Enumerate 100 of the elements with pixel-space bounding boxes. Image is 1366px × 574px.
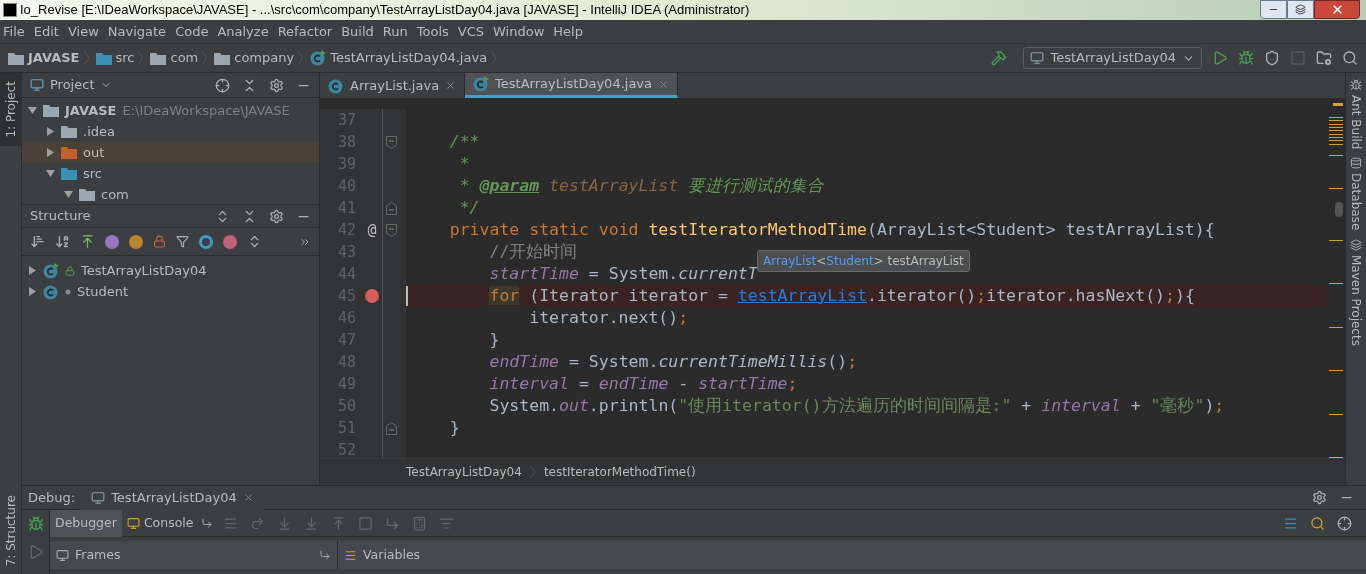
settings-icon[interactable]: [269, 77, 284, 93]
breadcrumb[interactable]: src: [95, 48, 145, 68]
tree-item[interactable]: src: [22, 163, 319, 184]
sort-alphabetically-icon[interactable]: [55, 234, 70, 249]
run-icon[interactable]: [1212, 50, 1228, 66]
tree-item-label: src: [83, 164, 102, 183]
sort-icon[interactable]: [30, 234, 45, 249]
menu-item[interactable]: Analyze: [214, 21, 272, 42]
tree-item-label: com: [101, 185, 129, 204]
structure-item[interactable]: Student: [22, 281, 319, 302]
tree-item[interactable]: JAVASE E:\IDeaWorkspace\JAVASE: [22, 100, 319, 121]
package-folder-icon: [150, 51, 167, 65]
lock-icon[interactable]: [153, 235, 166, 248]
fold-marker-icon[interactable]: [386, 223, 397, 237]
debug-icon[interactable]: [27, 516, 44, 532]
code-line: }: [448, 416, 460, 439]
layout-icon[interactable]: [1283, 515, 1298, 531]
breadcrumb[interactable]: TestArrayListDay04.java: [310, 48, 498, 68]
menu-item[interactable]: Window: [490, 21, 548, 42]
menu-item[interactable]: View: [64, 21, 102, 42]
project-structure-icon[interactable]: [1316, 50, 1332, 66]
restore-layout-icon[interactable]: [319, 549, 331, 561]
chevron-icon: [529, 466, 536, 478]
settings-icon[interactable]: [269, 208, 284, 224]
tool-window-tab[interactable]: Maven Projects: [1347, 238, 1365, 346]
tool-window-tab[interactable]: 7: Structure: [0, 486, 22, 574]
structure-item[interactable]: TestArrayListDay04: [22, 260, 319, 281]
fold-marker-icon[interactable]: [386, 201, 397, 215]
debug-tab[interactable]: Debugger: [50, 509, 122, 537]
coverage-icon[interactable]: [1264, 50, 1280, 66]
expanded-arrow-icon[interactable]: [46, 169, 55, 178]
override-marker[interactable]: @: [367, 218, 377, 242]
close-icon: [1330, 3, 1344, 16]
close-tab-icon[interactable]: [242, 492, 254, 503]
breadcrumb[interactable]: com: [150, 48, 209, 68]
database-icon: [1350, 157, 1362, 170]
ant-icon: [1350, 79, 1362, 91]
menu-item[interactable]: Tools: [413, 21, 452, 42]
search-icon[interactable]: [1342, 50, 1358, 66]
collapsed-arrow-icon[interactable]: [28, 266, 37, 275]
menu-item[interactable]: Run: [379, 21, 411, 42]
tree-item[interactable]: com: [22, 184, 319, 204]
code-line: for (Iterator iterator = testArrayList.iterator();iterator.hasNext();){: [488, 284, 1195, 307]
menu-item[interactable]: Edit: [30, 21, 62, 42]
locate-icon[interactable]: [215, 77, 230, 93]
panel-title[interactable]: Project: [50, 75, 95, 95]
chevron-icon: [138, 51, 145, 65]
tool-window-tab[interactable]: 1: Project: [0, 73, 22, 146]
filter-icon[interactable]: [176, 235, 189, 248]
menu-item[interactable]: VCS: [454, 21, 488, 42]
breadcrumb[interactable]: testIteratorMethodTime(): [543, 463, 696, 481]
menu-item[interactable]: Help: [550, 21, 586, 42]
breadcrumb[interactable]: JAVASE: [8, 48, 90, 68]
menu-item[interactable]: Refactor: [274, 21, 336, 42]
tree-item[interactable]: out: [22, 142, 319, 163]
fold-marker-icon[interactable]: [386, 421, 397, 435]
tool-window-tab[interactable]: Ant Build: [1347, 79, 1365, 150]
tool-window-tab[interactable]: Database: [1347, 157, 1365, 231]
collapsed-arrow-icon[interactable]: [28, 287, 37, 296]
expanded-arrow-icon[interactable]: [64, 190, 73, 199]
hammer-icon[interactable]: [991, 50, 1008, 66]
debug-tab[interactable]: Console: [121, 509, 199, 537]
menu-item[interactable]: Navigate: [104, 21, 170, 42]
run-configuration-dropdown[interactable]: TestArrayListDay04: [1023, 47, 1202, 69]
menu-item[interactable]: Code: [172, 21, 212, 42]
tree-item[interactable]: .idea: [22, 121, 319, 142]
close-tab-icon[interactable]: [445, 80, 457, 91]
code-line: * @param testArrayList 要进行测试的集合: [458, 174, 825, 197]
window-title: Io_Revise [E:\IDeaWorkspace\JAVASE] - ...\src\com\company\TestArrayListDay04.java [JAVASE] - IntelliJ IDEA (Administrator): [20, 1, 750, 20]
folder-icon: [61, 146, 77, 159]
expanded-arrow-icon[interactable]: [28, 106, 37, 115]
class-icon: [473, 76, 490, 92]
search-icon[interactable]: [1310, 515, 1325, 531]
debug-icon[interactable]: [1238, 50, 1254, 66]
close-tab-icon[interactable]: [658, 78, 670, 90]
module-folder-icon: [8, 51, 24, 65]
breakpoint-icon[interactable]: [365, 289, 379, 303]
code-line: iterator.next();: [528, 306, 689, 329]
frames-label: Frames: [75, 545, 121, 564]
chevron-icon: [202, 51, 209, 65]
minimize-button[interactable]: [1260, 0, 1287, 19]
code-line: private static void testIteratorMethodTime(ArrayList<Student> testArrayList){: [448, 218, 1215, 241]
restore-layout-icon[interactable]: [200, 517, 213, 529]
close-button[interactable]: [1314, 0, 1360, 19]
collapsed-arrow-icon[interactable]: [46, 127, 55, 136]
breadcrumb[interactable]: TestArrayListDay04: [406, 463, 522, 481]
window-icon: [91, 490, 106, 505]
text-cursor: [406, 286, 408, 306]
chevron-icon: [298, 51, 305, 65]
breadcrumb[interactable]: company: [214, 48, 305, 68]
tree-item-label: .idea: [83, 122, 115, 141]
restore-button[interactable]: [1287, 0, 1314, 19]
menu-item[interactable]: File: [0, 21, 28, 42]
fold-marker-icon[interactable]: [386, 135, 397, 149]
settings-icon[interactable]: [1312, 490, 1327, 505]
editor-tab[interactable]: TestArrayListDay04.java: [465, 73, 679, 98]
menu-item[interactable]: Build: [338, 21, 377, 42]
panel-title: Debug:: [27, 488, 77, 507]
module-folder-icon: [43, 104, 59, 117]
collapsed-arrow-icon[interactable]: [46, 148, 55, 157]
